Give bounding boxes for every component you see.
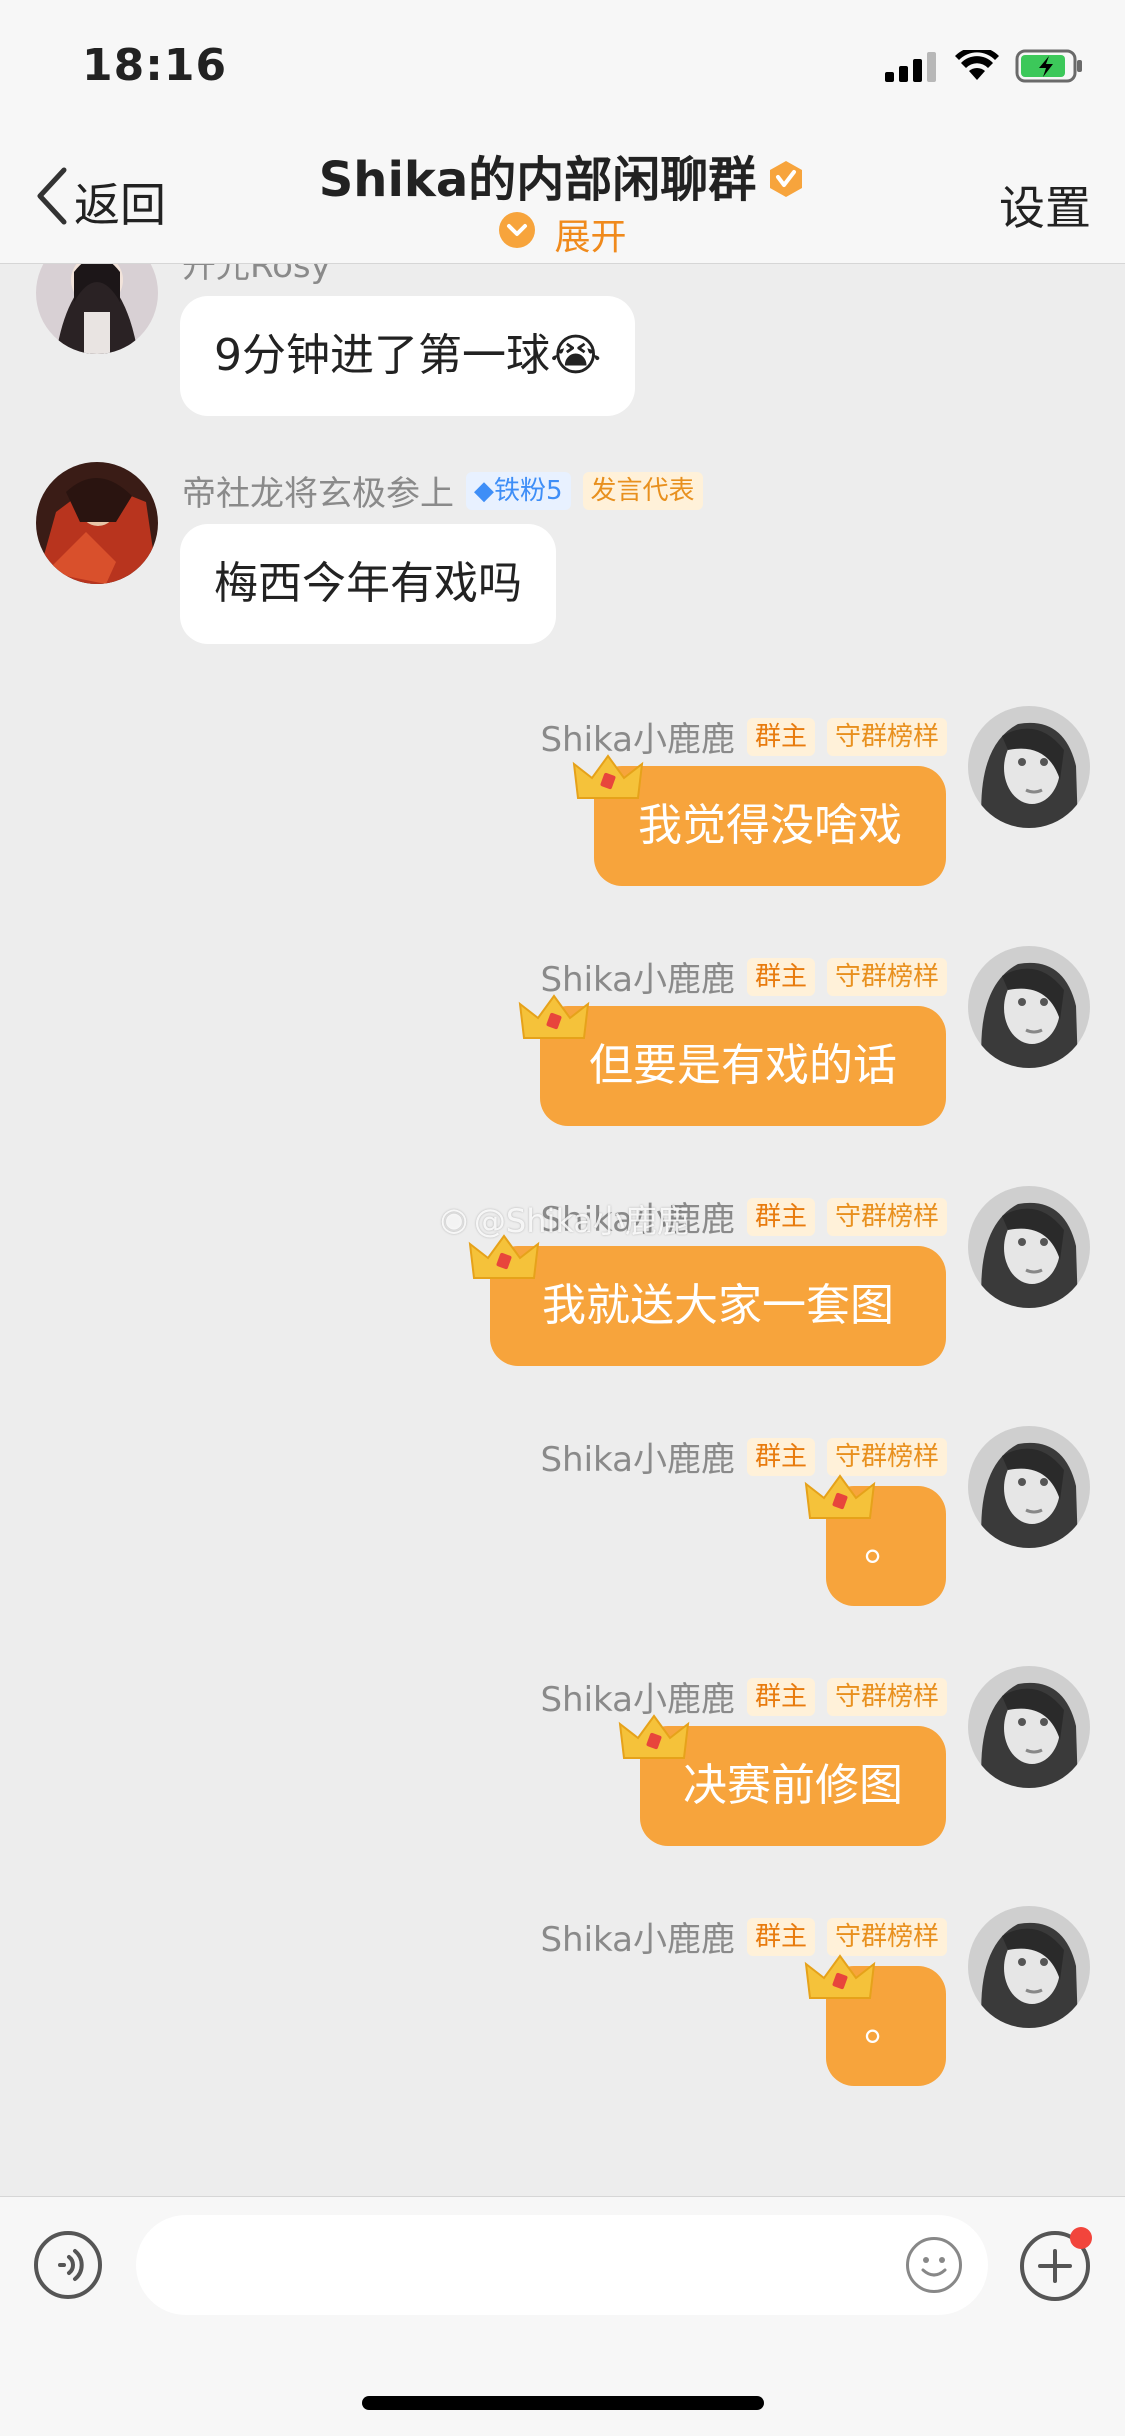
sender-name-row: Shika小鹿鹿 群主 守群榜样 bbox=[540, 1432, 947, 1481]
sender-name-row: 帝社龙将玄极参上 ◆铁粉5 发言代表 bbox=[182, 466, 703, 515]
message-bubble[interactable]: 9分钟进了第一球😭 bbox=[180, 296, 636, 416]
avatar[interactable] bbox=[968, 1906, 1090, 2028]
expand-label: 展开 bbox=[554, 217, 627, 258]
crown-icon bbox=[618, 1710, 690, 1770]
emoji-button[interactable] bbox=[906, 2237, 962, 2293]
sender-name: Shika小鹿鹿 bbox=[540, 1440, 735, 1480]
speaker-badge: 发言代表 bbox=[582, 471, 703, 510]
guard-badge: 守群榜样 bbox=[826, 1197, 947, 1236]
message-text: 但要是有戏的话 bbox=[589, 1040, 897, 1091]
guard-badge: 守群榜样 bbox=[826, 717, 947, 756]
owner-badge: 群主 bbox=[746, 717, 815, 756]
status-icons bbox=[885, 46, 1085, 88]
message-text: 我觉得没啥戏 bbox=[638, 800, 902, 851]
battery-icon bbox=[1015, 49, 1085, 87]
avatar[interactable] bbox=[968, 1426, 1090, 1548]
crown-icon bbox=[572, 750, 644, 810]
expand-button[interactable]: 展开 bbox=[0, 208, 1125, 260]
sender-name-row: Shika小鹿鹿 群主 守群榜样 bbox=[540, 952, 947, 1001]
voice-button[interactable] bbox=[34, 2231, 102, 2299]
message-input[interactable] bbox=[136, 2215, 988, 2315]
home-indicator bbox=[362, 2396, 764, 2410]
avatar[interactable] bbox=[968, 1186, 1090, 1308]
owner-badge: 群主 bbox=[746, 957, 815, 996]
watermark: ◉ @Shika小鹿鹿 bbox=[440, 1200, 689, 1240]
avatar[interactable] bbox=[968, 1666, 1090, 1788]
weibo-icon: ◉ bbox=[440, 1200, 468, 1238]
fan-level-badge: ◆铁粉5 bbox=[466, 471, 571, 510]
status-time: 18:16 bbox=[82, 40, 228, 91]
message-bubble[interactable]: 我就送大家一套图 bbox=[490, 1246, 946, 1366]
page-title[interactable]: Shika的内部闲聊群 bbox=[0, 140, 1125, 211]
avatar[interactable] bbox=[36, 462, 158, 584]
wifi-icon bbox=[955, 46, 999, 86]
sender-name: Shika小鹿鹿 bbox=[540, 1920, 735, 1960]
crown-icon bbox=[804, 1950, 876, 2010]
message-text: 9分钟进了第一球😭 bbox=[214, 330, 602, 381]
message-bubble[interactable]: 但要是有戏的话 bbox=[540, 1006, 946, 1126]
sender-name-row: Shika小鹿鹿 群主 守群榜样 bbox=[540, 1672, 947, 1721]
crown-icon bbox=[518, 990, 590, 1050]
header: 18:16 返回 Shika的内部闲聊群 展开 设置 bbox=[0, 0, 1125, 264]
message-text: 梅西今年有戏吗 bbox=[214, 558, 522, 609]
avatar[interactable] bbox=[968, 706, 1090, 828]
owner-badge: 群主 bbox=[746, 1677, 815, 1716]
notification-dot bbox=[1070, 2227, 1092, 2249]
diamond-icon: ◆ bbox=[474, 475, 494, 506]
guard-badge: 守群榜样 bbox=[826, 1677, 947, 1716]
plus-button[interactable] bbox=[1020, 2227, 1092, 2301]
owner-badge: 群主 bbox=[746, 1197, 815, 1236]
sender-name: 帝社龙将玄极参上 bbox=[182, 474, 454, 514]
avatar[interactable] bbox=[968, 946, 1090, 1068]
guard-badge: 守群榜样 bbox=[826, 957, 947, 996]
sender-name-row: Shika小鹿鹿 群主 守群榜样 bbox=[540, 1912, 947, 1961]
message-text: 决赛前修图 bbox=[683, 1760, 903, 1811]
signal-icon bbox=[885, 50, 939, 86]
message-bubble[interactable]: 梅西今年有戏吗 bbox=[180, 524, 556, 644]
message-text: 我就送大家一套图 bbox=[542, 1280, 894, 1331]
expand-icon bbox=[498, 211, 536, 258]
settings-button[interactable]: 设置 bbox=[999, 172, 1091, 238]
verified-icon bbox=[766, 155, 806, 211]
crown-icon bbox=[804, 1470, 876, 1530]
message-bubble[interactable]: 我觉得没啥戏 bbox=[594, 766, 946, 886]
